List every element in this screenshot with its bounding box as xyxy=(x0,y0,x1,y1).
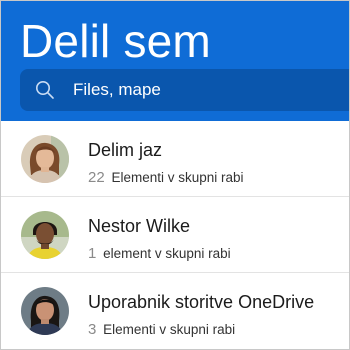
shared-count-text: 22 Elementi v skupni rabi xyxy=(88,169,244,186)
person-name: Uporabnik storitve OneDrive xyxy=(88,292,315,312)
search-icon xyxy=(35,80,55,100)
person-name: Nestor Wilke xyxy=(88,216,191,236)
shared-label: Elementi v skupni rabi xyxy=(103,322,236,337)
avatar xyxy=(21,211,69,259)
shared-count-text: 1 element v skupni rabi xyxy=(88,245,231,262)
shared-count: 3 xyxy=(88,321,97,338)
list-item[interactable]: Delim jaz 22 Elementi v skupni rabi xyxy=(1,121,349,197)
shared-label: Elementi v skupni rabi xyxy=(111,170,244,185)
app-frame: Delil sem Files, mape Delim jaz 22 Eleme… xyxy=(0,0,350,350)
page-title: Delil sem xyxy=(20,15,211,67)
search-input[interactable] xyxy=(73,69,333,111)
avatar xyxy=(21,287,69,335)
shared-label: element v skupni rabi xyxy=(103,246,231,261)
shared-count: 1 xyxy=(88,245,97,262)
shared-people-list: Delim jaz 22 Elementi v skupni rabi Nest… xyxy=(1,121,349,349)
list-item[interactable]: Uporabnik storitve OneDrive 3 Elementi v… xyxy=(1,273,349,349)
search-bar[interactable] xyxy=(20,69,349,111)
header: Delil sem xyxy=(1,1,349,121)
person-name: Delim jaz xyxy=(88,140,163,160)
list-item[interactable]: Nestor Wilke 1 element v skupni rabi xyxy=(1,197,349,273)
avatar xyxy=(21,135,69,183)
shared-count: 22 xyxy=(88,169,105,186)
shared-count-text: 3 Elementi v skupni rabi xyxy=(88,321,235,338)
